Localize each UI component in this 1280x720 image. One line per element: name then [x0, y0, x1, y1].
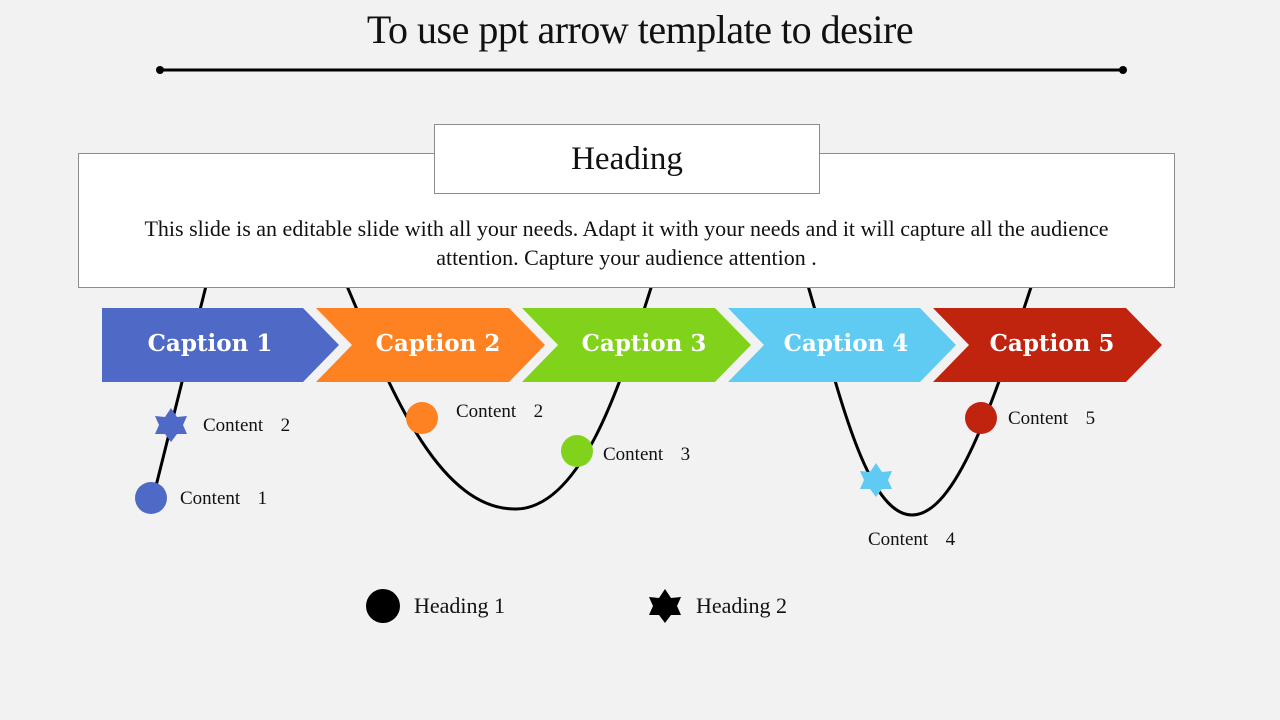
- content-5-circle-icon: [965, 402, 997, 434]
- legend-heading-2: Heading 2: [696, 593, 788, 618]
- content-3-label: Content 3: [603, 444, 691, 465]
- markers-layer: [135, 402, 997, 623]
- content-2-label: Content 2: [203, 415, 291, 436]
- content-1-circle-icon: [135, 482, 167, 514]
- content-2-star-icon: [155, 408, 187, 442]
- legend-heading-1: Heading 1: [414, 593, 506, 618]
- legend-circle-icon: [366, 589, 400, 623]
- content-3-circle-icon: [561, 435, 593, 467]
- content-5-label: Content 5: [1008, 408, 1096, 429]
- content-4-star-icon: [860, 463, 892, 497]
- content-2b-label: Content 2: [456, 401, 544, 422]
- legend-star-icon: [649, 589, 681, 623]
- content-4-label: Content 4: [868, 529, 956, 550]
- content-1-label: Content 1: [180, 488, 268, 509]
- content-2-circle-icon: [406, 402, 438, 434]
